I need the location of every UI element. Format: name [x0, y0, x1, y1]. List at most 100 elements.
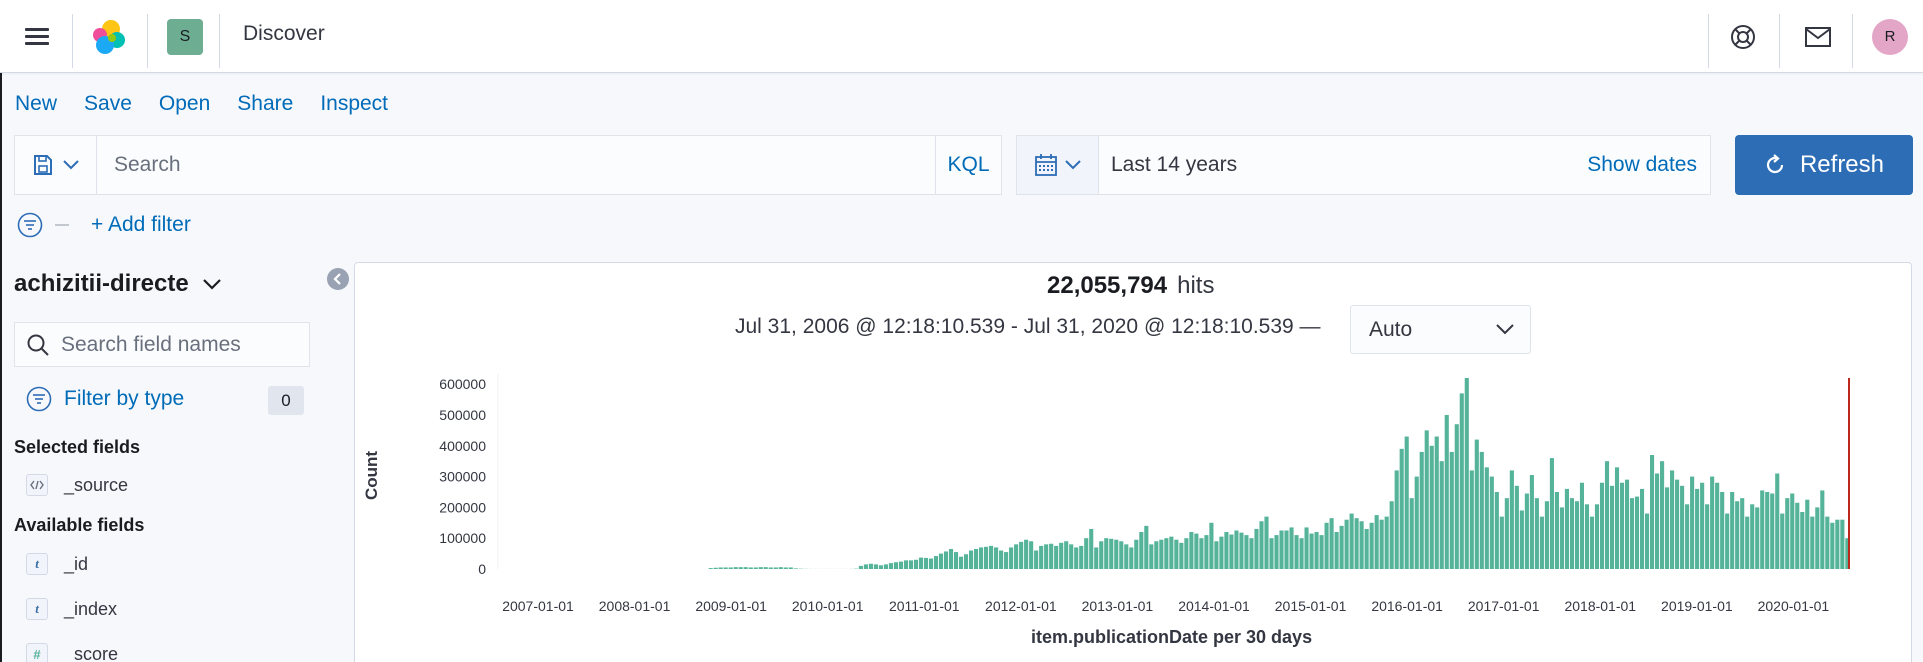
histogram-bar: [1259, 521, 1264, 569]
user-menu-button[interactable]: R: [1860, 0, 1920, 73]
histogram-bar: [943, 551, 949, 569]
histogram-bar: [1750, 504, 1755, 569]
save-disk-icon: [33, 155, 52, 175]
histogram-bar: [1740, 498, 1745, 569]
newsfeed-button[interactable]: [1790, 0, 1845, 73]
histogram-bar: [1489, 476, 1494, 569]
histogram-bar: [1004, 552, 1009, 569]
date-picker: Last 14 years Show dates: [1016, 135, 1711, 195]
new-link[interactable]: New: [15, 92, 57, 116]
field-item[interactable]: # _score: [26, 643, 118, 662]
histogram-bar: [1289, 527, 1294, 569]
histogram-bar: [1755, 507, 1760, 569]
interval-select[interactable]: Auto: [1350, 305, 1531, 354]
histogram-bar: [1559, 507, 1564, 569]
histogram-bar: [1184, 538, 1189, 569]
field-search-input[interactable]: Search field names: [14, 322, 310, 367]
histogram-bar: [1639, 488, 1645, 569]
top-header: S Discover R: [0, 0, 1923, 73]
histogram-bar: [1554, 491, 1559, 569]
histogram-bar: [1439, 461, 1444, 569]
hits-number: 22,055,794: [1047, 272, 1168, 299]
index-pattern-selector[interactable]: achizitii-directe: [14, 270, 221, 298]
filter-by-type-label: Filter by type: [64, 387, 185, 410]
elastic-logo-icon: [93, 19, 125, 54]
histogram-bar: [883, 564, 888, 569]
histogram-bar: [1179, 542, 1184, 569]
histogram-bar: [1730, 491, 1735, 569]
help-button[interactable]: [1715, 0, 1770, 73]
inspect-link[interactable]: Inspect: [320, 92, 388, 116]
source-icon: [26, 474, 48, 496]
x-tick-label: 2018-01-01: [1564, 598, 1636, 614]
histogram-bar: [979, 547, 984, 569]
x-tick-label: 2012-01-01: [985, 598, 1057, 614]
histogram-bar: [974, 548, 979, 569]
histogram-bar: [923, 557, 929, 569]
add-filter-button[interactable]: + Add filter: [91, 213, 191, 237]
histogram-bar: [1344, 519, 1349, 569]
menu-button[interactable]: [12, 0, 62, 73]
histogram-bar: [1414, 476, 1419, 569]
x-axis-title: item.publicationDate per 30 days: [1031, 627, 1313, 647]
histogram-bar: [1074, 547, 1079, 569]
date-range-label[interactable]: Last 14 years: [1099, 136, 1587, 194]
histogram-bar: [1815, 507, 1820, 569]
histogram-bar: [1484, 467, 1489, 569]
save-link[interactable]: Save: [84, 92, 132, 116]
saved-query-button[interactable]: [15, 136, 97, 194]
histogram-bar: [888, 563, 893, 569]
histogram-bar: [1800, 512, 1805, 569]
space-selector[interactable]: S: [160, 0, 210, 73]
quick-select-button[interactable]: [1017, 136, 1099, 194]
filter-by-type-button[interactable]: Filter by type 0: [26, 386, 306, 415]
histogram-bar: [1404, 436, 1409, 569]
collapse-sidebar-button[interactable]: [327, 268, 349, 290]
histogram-bar: [1509, 470, 1514, 569]
field-item[interactable]: t _id: [26, 553, 88, 575]
histogram-bar: [1149, 544, 1154, 569]
histogram-bar: [1079, 545, 1084, 569]
histogram-bar: [1384, 516, 1389, 569]
histogram-bar: [1299, 538, 1304, 569]
x-tick-label: 2014-01-01: [1178, 598, 1250, 614]
open-link[interactable]: Open: [159, 92, 210, 116]
histogram-bar: [1164, 538, 1169, 569]
histogram-bar: [1609, 485, 1615, 569]
histogram-bar: [1715, 482, 1720, 569]
histogram-bar: [1539, 516, 1544, 569]
query-language-button[interactable]: KQL: [935, 136, 1001, 194]
field-item[interactable]: _source: [26, 474, 128, 496]
histogram-bar: [1474, 439, 1479, 569]
search-icon: [27, 334, 49, 356]
histogram-bar: [1204, 535, 1209, 569]
x-tick-label: 2016-01-01: [1371, 598, 1443, 614]
filter-bar: + Add filter: [17, 212, 191, 238]
histogram-bar: [893, 562, 898, 569]
histogram-bar: [1064, 541, 1069, 569]
y-tick-label: 100000: [439, 530, 486, 546]
y-axis-title: Count: [362, 450, 381, 500]
histogram-chart[interactable]: 0 100000 200000 300000 400000 500000 600000 200…: [354, 360, 1912, 660]
field-item[interactable]: t _index: [26, 598, 117, 620]
histogram-bar: [1735, 501, 1740, 569]
histogram-bar: [1690, 476, 1695, 569]
histogram-bar: [1569, 498, 1574, 569]
refresh-button[interactable]: Refresh: [1735, 135, 1913, 195]
histogram-bar: [1810, 516, 1815, 569]
histogram-bar: [1284, 530, 1289, 569]
search-input[interactable]: Search: [97, 136, 935, 194]
share-link[interactable]: Share: [237, 92, 293, 116]
show-dates-link[interactable]: Show dates: [1587, 136, 1710, 194]
elastic-logo[interactable]: [78, 0, 140, 73]
string-type-icon: t: [26, 598, 48, 620]
histogram-bar: [1389, 501, 1394, 569]
histogram-bar: [1399, 448, 1404, 569]
histogram-bar: [793, 568, 798, 569]
histogram-bar: [1645, 513, 1650, 569]
histogram-bar: [1139, 532, 1144, 569]
histogram-bar: [1700, 482, 1705, 569]
histogram-bar: [1034, 550, 1039, 569]
histogram-bar: [1589, 516, 1595, 569]
filter-options-icon[interactable]: [17, 212, 43, 238]
